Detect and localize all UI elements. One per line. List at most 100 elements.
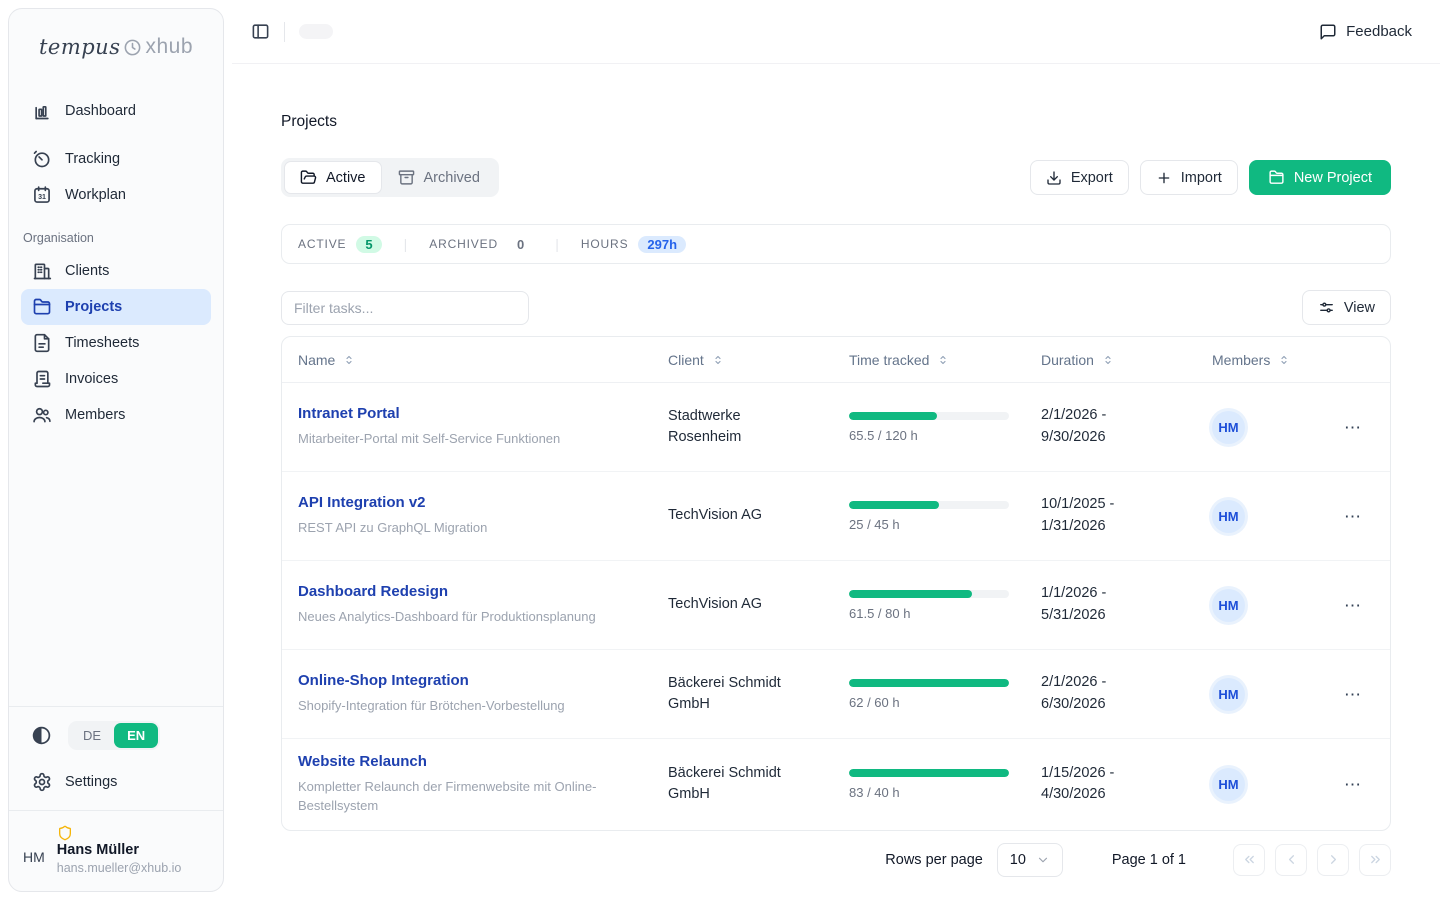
sidebar-item-label: Workplan: [65, 187, 126, 203]
time-tracked-label: 25 / 45 h: [849, 517, 1025, 532]
progress-bar: [849, 501, 1009, 509]
project-description: REST API zu GraphQL Migration: [298, 519, 652, 538]
member-avatar[interactable]: HM: [1212, 678, 1245, 711]
sidebar-item-invoices[interactable]: Invoices: [21, 361, 211, 397]
sidebar-item-label: Tracking: [65, 151, 120, 167]
progress-bar: [849, 679, 1009, 687]
import-button[interactable]: Import: [1140, 160, 1238, 195]
rows-per-page-label: Rows per page: [885, 852, 983, 868]
table-row[interactable]: Website Relaunch Kompletter Relaunch der…: [282, 739, 1390, 830]
folder-icon: [32, 297, 52, 317]
member-avatar[interactable]: HM: [1212, 768, 1245, 801]
progress-fill: [849, 501, 939, 509]
language-toggle: DE EN: [68, 721, 160, 750]
next-page-button[interactable]: [1317, 844, 1349, 876]
client-cell: Bäckerei Schmidt GmbH: [652, 763, 833, 805]
file-text-icon: [32, 333, 52, 353]
project-name-link[interactable]: Website Relaunch: [298, 753, 427, 770]
project-name-link[interactable]: Intranet Portal: [298, 405, 400, 422]
topbar: Feedback: [232, 0, 1440, 64]
stat-label: ACTIVE: [298, 237, 346, 251]
project-name-link[interactable]: Online-Shop Integration: [298, 672, 469, 689]
member-avatar[interactable]: HM: [1212, 500, 1245, 533]
message-square-icon: [1319, 23, 1337, 41]
row-actions-button[interactable]: ⋯: [1338, 415, 1368, 440]
time-tracked-label: 83 / 40 h: [849, 785, 1025, 800]
main-area: Feedback Projects Active Archived: [232, 0, 1440, 900]
bar-chart-icon: [32, 101, 52, 121]
feedback-button[interactable]: Feedback: [1319, 23, 1412, 41]
sidebar-item-members[interactable]: Members: [21, 397, 211, 433]
export-button[interactable]: Export: [1030, 160, 1129, 195]
folder-open-icon: [300, 169, 317, 186]
sidebar-item-timesheets[interactable]: Timesheets: [21, 325, 211, 361]
stat-label: HOURS: [581, 237, 629, 251]
first-page-button[interactable]: [1233, 844, 1265, 876]
last-page-button[interactable]: [1359, 844, 1391, 876]
sort-icon: [343, 354, 355, 366]
sidebar-item-workplan[interactable]: 31 Workplan: [21, 177, 211, 213]
time-tracked-label: 61.5 / 80 h: [849, 606, 1025, 621]
row-actions-button[interactable]: ⋯: [1338, 772, 1368, 797]
rows-per-page-value: 10: [1010, 852, 1026, 868]
stat-separator: |: [404, 236, 408, 252]
sidebar-item-clients[interactable]: Clients: [21, 253, 211, 289]
row-actions-button[interactable]: ⋯: [1338, 593, 1368, 618]
progress-bar: [849, 412, 1009, 420]
topbar-divider: [284, 22, 285, 42]
previous-page-button[interactable]: [1275, 844, 1307, 876]
column-header-duration[interactable]: Duration: [1025, 352, 1196, 368]
timer-icon: [32, 149, 52, 169]
project-description: Mitarbeiter-Portal mit Self-Service Funk…: [298, 430, 652, 449]
project-description: Kompletter Relaunch der Firmenwebsite mi…: [298, 778, 652, 816]
filter-tasks-input[interactable]: [281, 291, 529, 325]
shield-icon: [57, 825, 182, 841]
project-name-link[interactable]: API Integration v2: [298, 494, 426, 511]
column-header-name[interactable]: Name: [282, 352, 652, 368]
stat-hours-badge: 297h: [638, 236, 686, 253]
brand-logo: tempus xhub: [21, 35, 211, 59]
row-actions-button[interactable]: ⋯: [1338, 682, 1368, 707]
table-row[interactable]: API Integration v2 REST API zu GraphQL M…: [282, 472, 1390, 561]
theme-contrast-icon[interactable]: [31, 725, 52, 746]
progress-bar: [849, 590, 1009, 598]
project-name-link[interactable]: Dashboard Redesign: [298, 583, 448, 600]
member-avatar[interactable]: HM: [1212, 411, 1245, 444]
sidebar-item-label: Members: [65, 407, 125, 423]
view-label: View: [1344, 300, 1375, 316]
duration-cell: 2/1/2026 - 6/30/2026: [1025, 672, 1196, 716]
tab-label: Archived: [424, 170, 480, 186]
sliders-icon: [1318, 299, 1335, 316]
sidebar-item-dashboard[interactable]: Dashboard: [21, 93, 211, 129]
progress-fill: [849, 412, 937, 420]
rows-per-page-select[interactable]: 10: [997, 843, 1063, 877]
sidebar-item-projects[interactable]: Projects: [21, 289, 211, 325]
stat-active: ACTIVE 5: [298, 236, 382, 253]
column-header-time-tracked[interactable]: Time tracked: [833, 352, 1025, 368]
new-project-button[interactable]: New Project: [1249, 160, 1391, 195]
sidebar-item-label: Clients: [65, 263, 109, 279]
sidebar-item-tracking[interactable]: Tracking: [21, 141, 211, 177]
sort-icon: [712, 354, 724, 366]
tab-active[interactable]: Active: [284, 161, 382, 194]
sidebar-item-settings[interactable]: Settings: [21, 766, 211, 798]
feedback-label: Feedback: [1346, 23, 1412, 40]
gear-icon: [32, 772, 52, 792]
table-row[interactable]: Online-Shop Integration Shopify-Integrat…: [282, 650, 1390, 739]
row-actions-button[interactable]: ⋯: [1338, 504, 1368, 529]
member-avatar[interactable]: HM: [1212, 589, 1245, 622]
table-row[interactable]: Dashboard Redesign Neues Analytics-Dashb…: [282, 561, 1390, 650]
user-profile[interactable]: HM Hans Müller hans.mueller@xhub.io: [9, 810, 223, 891]
client-cell: TechVision AG: [652, 594, 833, 615]
table-row[interactable]: Intranet Portal Mitarbeiter-Portal mit S…: [282, 383, 1390, 472]
column-header-client[interactable]: Client: [652, 352, 833, 368]
clock-logo-icon: [123, 38, 142, 57]
sidebar-toggle-button[interactable]: [251, 22, 270, 41]
column-header-members[interactable]: Members: [1196, 352, 1306, 368]
language-option-de[interactable]: DE: [70, 723, 114, 748]
sidebar-item-label: Invoices: [65, 371, 118, 387]
view-button[interactable]: View: [1302, 290, 1391, 325]
tab-archived[interactable]: Archived: [382, 161, 496, 194]
language-option-en[interactable]: EN: [114, 723, 158, 748]
folder-plus-icon: [1268, 169, 1285, 186]
